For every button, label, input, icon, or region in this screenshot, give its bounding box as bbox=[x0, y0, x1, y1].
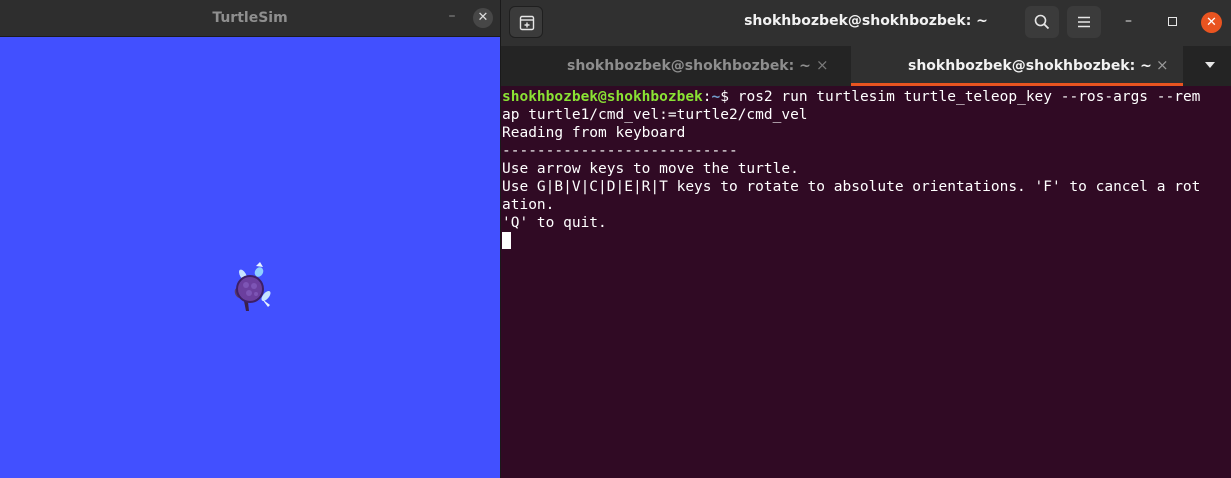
menu-button[interactable] bbox=[1067, 6, 1101, 38]
new-tab-icon bbox=[519, 15, 535, 31]
output-line: Use G|B|V|C|D|E|R|T keys to rotate to ab… bbox=[502, 179, 1201, 195]
search-button[interactable] bbox=[1025, 6, 1059, 38]
tab-label: shokhbozbek@shokhbozbek: ~ bbox=[908, 58, 1152, 74]
terminal-tab-active[interactable]: shokhbozbek@shokhbozbek: ~ × bbox=[851, 46, 1183, 86]
terminal-title: shokhbozbek@shokhbozbek: ~ bbox=[744, 13, 988, 29]
command-text-wrap: ap turtle1/cmd_vel:=turtle2/cmd_vel bbox=[502, 107, 808, 123]
tab-close-button[interactable]: × bbox=[1156, 56, 1169, 74]
tab-label: shokhbozbek@shokhbozbek: ~ bbox=[567, 58, 811, 74]
prompt-user-host: shokhbozbek@shokhbozbek bbox=[502, 89, 703, 105]
terminal-window: shokhbozbek@shokhbozbek: ~ – ✕ shokhbozb… bbox=[501, 0, 1231, 478]
turtlesim-minimize-button[interactable]: – bbox=[444, 8, 460, 28]
turtlesim-titlebar[interactable]: TurtleSim – ✕ bbox=[0, 0, 500, 37]
output-line: 'Q' to quit. bbox=[502, 215, 607, 231]
command-text: ros2 run turtlesim turtle_teleop_key --r… bbox=[737, 89, 1201, 105]
terminal-maximize-button[interactable] bbox=[1168, 17, 1177, 26]
turtlesim-window: TurtleSim – ✕ bbox=[0, 0, 500, 478]
output-line: --------------------------- bbox=[502, 143, 738, 159]
terminal-cursor bbox=[502, 232, 511, 249]
output-line: Use arrow keys to move the turtle. bbox=[502, 161, 799, 177]
hamburger-menu-icon bbox=[1078, 16, 1090, 28]
output-line: Reading from keyboard bbox=[502, 125, 686, 141]
search-icon bbox=[1034, 14, 1050, 30]
terminal-tabbar: shokhbozbek@shokhbozbek: ~ × shokhbozbek… bbox=[501, 46, 1231, 86]
prompt-path: ~ bbox=[711, 89, 721, 105]
turtlesim-title: TurtleSim bbox=[212, 10, 288, 26]
terminal-output[interactable]: shokhbozbek@shokhbozbek:~$ ros2 run turt… bbox=[501, 88, 1231, 478]
turtlesim-canvas bbox=[0, 38, 500, 478]
turtle-icon bbox=[234, 262, 271, 311]
new-tab-button[interactable] bbox=[509, 6, 543, 38]
tab-close-button[interactable]: × bbox=[816, 56, 829, 74]
prompt-colon: : bbox=[702, 89, 712, 105]
output-line: ation. bbox=[502, 197, 555, 213]
terminal-minimize-button[interactable]: – bbox=[1125, 13, 1132, 29]
terminal-tab[interactable]: shokhbozbek@shokhbozbek: ~ × bbox=[501, 46, 850, 86]
turtlesim-close-button[interactable]: ✕ bbox=[473, 8, 493, 28]
terminal-close-button[interactable]: ✕ bbox=[1201, 12, 1222, 33]
terminal-headerbar[interactable]: shokhbozbek@shokhbozbek: ~ – ✕ bbox=[501, 0, 1231, 46]
tabs-dropdown-icon[interactable] bbox=[1205, 62, 1215, 68]
prompt-symbol: $ bbox=[720, 89, 738, 105]
